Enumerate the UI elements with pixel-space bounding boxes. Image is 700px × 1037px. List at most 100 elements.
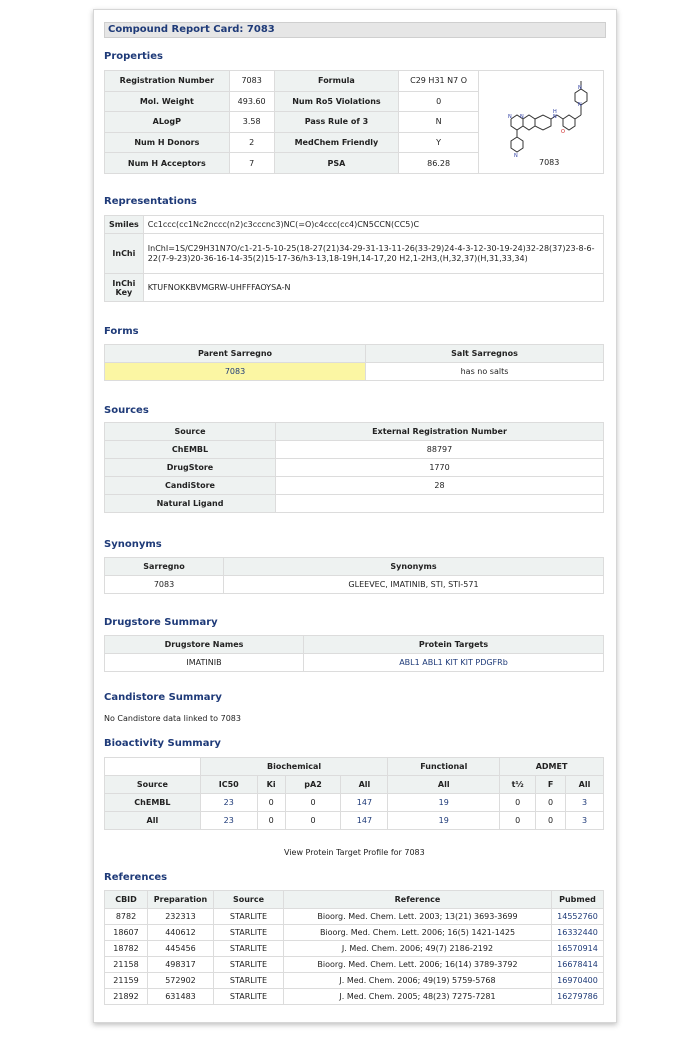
prop-value: 0 <box>398 90 479 113</box>
prop-value: N <box>398 111 479 133</box>
parent-sarregno-link[interactable]: 7083 <box>104 362 366 381</box>
ref-cbid: 21892 <box>104 988 148 1005</box>
prop-label: Num H Acceptors <box>104 152 230 174</box>
representations-heading: Representations <box>104 196 197 207</box>
prop-value: 7083 <box>228 70 275 92</box>
bio-count-link[interactable]: 147 <box>340 811 389 830</box>
prop-label: PSA <box>273 152 400 174</box>
bio-count: 0 <box>499 811 537 830</box>
svg-text:N: N <box>514 153 518 159</box>
ref-col: CBID <box>104 890 148 909</box>
bio-count-link[interactable]: 3 <box>565 793 604 812</box>
protein-targets-link[interactable]: ABL1 ABL1 KIT KIT PDGFRb <box>303 653 604 672</box>
prop-value: C29 H31 N7 O <box>398 70 479 92</box>
ref-source: STARLITE <box>213 956 284 973</box>
report-title: Compound Report Card: 7083 <box>104 22 606 38</box>
view-protein-target-profile-link[interactable]: View Protein Target Profile for 7083 <box>284 848 425 857</box>
prop-value: 2 <box>228 131 275 154</box>
ref-cbid: 8782 <box>104 908 148 925</box>
bio-source: ChEMBL <box>104 793 201 812</box>
ref-col: Preparation <box>147 890 214 909</box>
pubmed-link[interactable]: 14552760 <box>551 908 604 925</box>
candistore-heading: Candistore Summary <box>104 692 222 703</box>
pubmed-link[interactable]: 16678414 <box>551 956 604 973</box>
ref-source: STARLITE <box>213 988 284 1005</box>
pubmed-link[interactable]: 16570914 <box>551 940 604 957</box>
salts-value: has no salts <box>365 362 604 381</box>
structure-cell: NN HN NN N O 7083 <box>477 70 605 174</box>
pubmed-link[interactable]: 16279786 <box>551 988 604 1005</box>
bio-source: All <box>104 811 201 830</box>
bio-col: All <box>565 775 604 794</box>
synonyms-heading: Synonyms <box>104 539 162 550</box>
ref-preparation: 572902 <box>147 972 214 989</box>
sources-col-ext: External Registration Number <box>275 422 604 441</box>
ref-cbid: 21158 <box>104 956 148 973</box>
ref-col: Source <box>213 890 284 909</box>
source-name: DrugStore <box>104 458 276 477</box>
bio-col: IC50 <box>199 775 258 794</box>
table-row: 21892 631483 STARLITE J. Med. Chem. 2005… <box>104 988 604 1005</box>
ref-col: Pubmed <box>551 890 604 909</box>
source-ext-number: 28 <box>275 476 604 495</box>
table-row: 21159 572902 STARLITE J. Med. Chem. 2006… <box>104 972 604 989</box>
report-content: Compound Report Card: 7083 Properties Re… <box>104 10 606 1005</box>
bio-count: 0 <box>256 811 286 830</box>
smiles-value: Cc1ccc(cc1Nc2nccc(n2)c3cccnc3)NC(=O)c4cc… <box>142 215 605 234</box>
ref-citation: J. Med. Chem. 2006; 49(7) 2186-2192 <box>283 940 552 957</box>
synonyms-table: Sarregno Synonyms 7083 GLEEVEC, IMATINIB… <box>104 557 604 594</box>
ref-cbid: 18782 <box>104 940 148 957</box>
bio-count-link[interactable]: 23 <box>199 811 258 830</box>
bio-count-link[interactable]: 19 <box>387 793 501 812</box>
synonym-values: GLEEVEC, IMATINIB, STI, STI-571 <box>223 575 604 594</box>
ref-preparation: 498317 <box>147 956 214 973</box>
prop-label: Pass Rule of 3 <box>273 111 400 133</box>
ref-citation: Bioorg. Med. Chem. Lett. 2003; 13(21) 36… <box>283 908 552 925</box>
bio-group-biochemical: Biochemical <box>199 757 389 776</box>
bio-count-link[interactable]: 19 <box>387 811 501 830</box>
table-row: 18782 445456 STARLITE J. Med. Chem. 2006… <box>104 940 604 957</box>
bio-count-link[interactable]: 147 <box>340 793 389 812</box>
prop-label: Mol. Weight <box>104 90 230 113</box>
svg-text:N: N <box>578 102 582 108</box>
table-row: All 23 0 0 147 19 0 0 3 <box>104 811 604 830</box>
pubmed-link[interactable]: 16970400 <box>551 972 604 989</box>
structure-label: 7083 <box>539 158 559 167</box>
svg-text:O: O <box>561 129 565 135</box>
references-table: CBID Preparation Source Reference Pubmed… <box>104 890 604 1005</box>
sources-table: Source External Registration Number ChEM… <box>104 422 604 513</box>
synonyms-col-synonyms: Synonyms <box>223 557 604 576</box>
source-ext-number <box>275 494 604 513</box>
source-name: ChEMBL <box>104 440 276 459</box>
bio-count-link[interactable]: 23 <box>199 793 258 812</box>
table-row: 18607 440612 STARLITE Bioorg. Med. Chem.… <box>104 924 604 941</box>
ref-preparation: 232313 <box>147 908 214 925</box>
table-row: 21158 498317 STARLITE Bioorg. Med. Chem.… <box>104 956 604 973</box>
table-row: 8782 232313 STARLITE Bioorg. Med. Chem. … <box>104 908 604 925</box>
ref-citation: Bioorg. Med. Chem. Lett. 2006; 16(14) 37… <box>283 956 552 973</box>
ref-citation: J. Med. Chem. 2005; 48(23) 7275-7281 <box>283 988 552 1005</box>
representations-table: Smiles Cc1ccc(cc1Nc2nccc(n2)c3cccnc3)NC(… <box>104 215 605 302</box>
bio-col: All <box>387 775 501 794</box>
forms-heading: Forms <box>104 326 139 337</box>
prop-value: 86.28 <box>398 152 479 174</box>
ref-source: STARLITE <box>213 908 284 925</box>
prop-value: Y <box>398 131 479 154</box>
pubmed-link[interactable]: 16332440 <box>551 924 604 941</box>
svg-text:N: N <box>508 114 512 120</box>
bioactivity-heading: Bioactivity Summary <box>104 738 221 749</box>
references-heading: References <box>104 872 168 883</box>
smiles-label: Smiles <box>104 215 144 234</box>
bio-group-functional: Functional <box>387 757 501 776</box>
prop-value: 493.60 <box>228 90 275 113</box>
ref-source: STARLITE <box>213 972 284 989</box>
ref-cbid: 18607 <box>104 924 148 941</box>
bio-col: t½ <box>499 775 537 794</box>
svg-text:N: N <box>520 114 524 120</box>
bio-count-link[interactable]: 3 <box>565 811 604 830</box>
bio-count: 0 <box>499 793 537 812</box>
ref-source: STARLITE <box>213 924 284 941</box>
forms-table: Parent Sarregno Salt Sarregnos 7083 has … <box>104 344 604 381</box>
bio-count: 0 <box>284 811 342 830</box>
bio-count: 0 <box>284 793 342 812</box>
